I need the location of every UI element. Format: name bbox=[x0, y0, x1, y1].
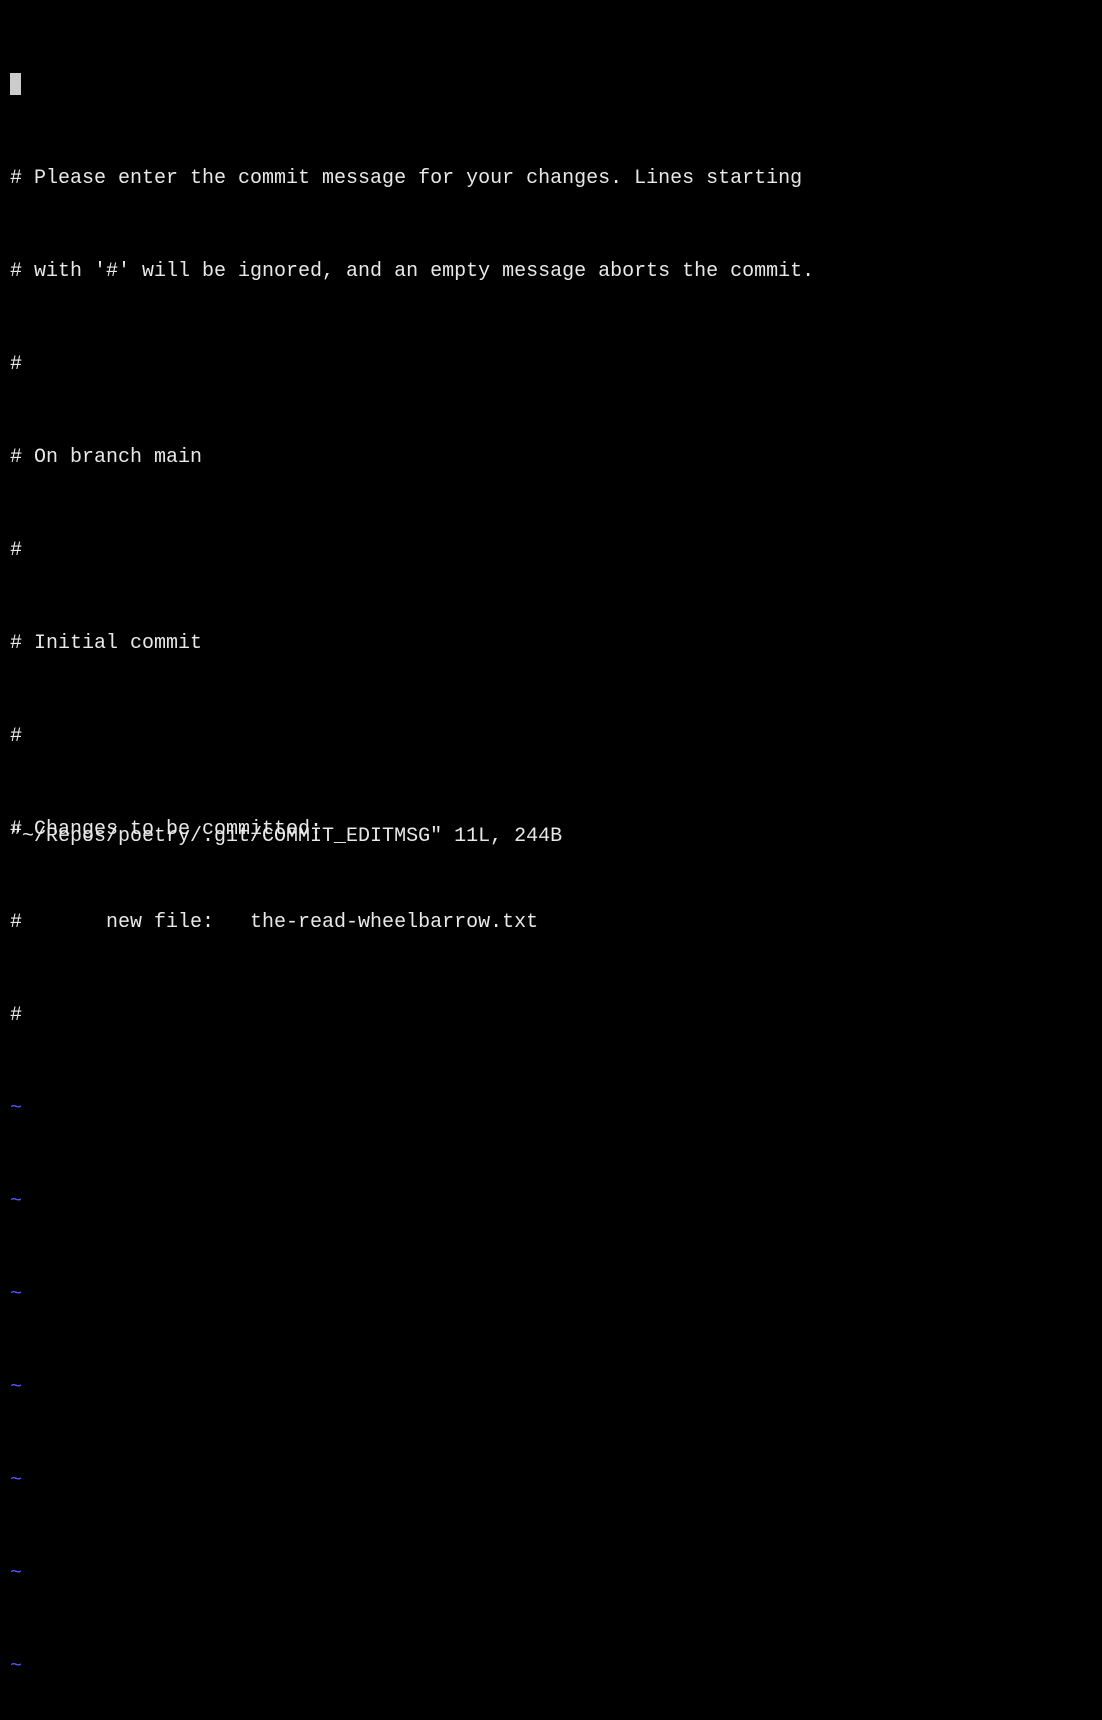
cursor-line[interactable] bbox=[10, 70, 1092, 101]
buffer-line[interactable]: # bbox=[10, 535, 1092, 566]
tilde-line: ~ bbox=[10, 1558, 1092, 1589]
buffer-line[interactable]: # with '#' will be ignored, and an empty… bbox=[10, 256, 1092, 287]
tilde-line: ~ bbox=[10, 1093, 1092, 1124]
tilde-line: ~ bbox=[10, 1651, 1092, 1682]
tilde-line: ~ bbox=[10, 1465, 1092, 1496]
buffer-line[interactable]: # Initial commit bbox=[10, 628, 1092, 659]
vim-status-line: "~/Repos/poetry/.git/COMMIT_EDITMSG" 11L… bbox=[10, 821, 562, 852]
buffer-line[interactable]: # new file: the-read-wheelbarrow.txt bbox=[10, 907, 1092, 938]
buffer-line[interactable]: # On branch main bbox=[10, 442, 1092, 473]
buffer-line[interactable]: # bbox=[10, 349, 1092, 380]
cursor-icon bbox=[10, 73, 21, 95]
buffer-line[interactable]: # bbox=[10, 721, 1092, 752]
tilde-line: ~ bbox=[10, 1279, 1092, 1310]
tilde-line: ~ bbox=[10, 1372, 1092, 1403]
buffer-line[interactable]: # bbox=[10, 1000, 1092, 1031]
vim-editor[interactable]: # Please enter the commit message for yo… bbox=[10, 8, 1092, 1720]
tilde-line: ~ bbox=[10, 1186, 1092, 1217]
buffer-line[interactable]: # Please enter the commit message for yo… bbox=[10, 163, 1092, 194]
